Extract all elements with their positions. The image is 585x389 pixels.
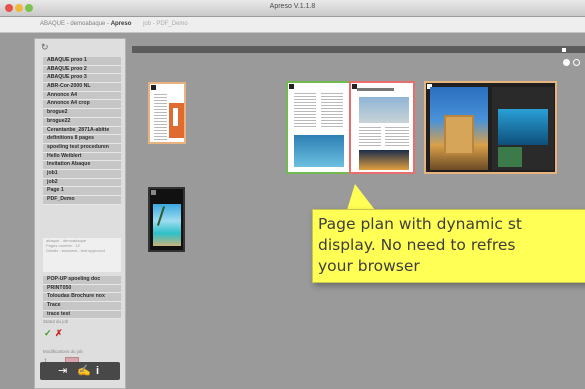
zoom-out-icon[interactable] (573, 59, 580, 66)
page-thumbnail[interactable] (424, 81, 557, 174)
page-status-tag (151, 190, 156, 195)
job-item[interactable]: brogue2 (43, 109, 121, 118)
page-photo-figure (173, 108, 178, 126)
page-thumbnail[interactable] (349, 81, 415, 174)
job-item[interactable]: PRINT050 (43, 284, 121, 294)
page-thumbnail[interactable] (148, 187, 185, 252)
window-title: Apreso V.1.1.8 (269, 3, 316, 10)
job-item[interactable]: job2 (43, 178, 121, 188)
text-column (385, 127, 409, 147)
modifications-label: Modifications du job (43, 349, 83, 354)
logout-icon[interactable]: ⇥ (58, 364, 67, 378)
job-item[interactable]: Invitation Abaque (43, 161, 121, 170)
breadcrumb-app[interactable]: Apreso (111, 21, 132, 27)
toolbar: ABAQUE - demoabaque - Apreso job - PDF_D… (0, 17, 585, 33)
status-label: Statut du job (43, 319, 69, 324)
job-item-selected[interactable]: PDF_Demo (43, 196, 121, 205)
title-bar: Apreso V.1.1.8 (0, 0, 585, 17)
page-status-tag (151, 85, 156, 90)
job-item[interactable]: Annonce A4 (43, 91, 121, 101)
job-item[interactable]: definitions 8 pages (43, 135, 121, 144)
app-window: Apreso V.1.1.8 ABAQUE - demoabaque - Apr… (0, 0, 585, 389)
job-item[interactable]: ABR-Cor-2000 NL (43, 83, 121, 92)
job-item[interactable]: ABAQUE proo 2 (43, 65, 121, 75)
job-item[interactable]: Trace (43, 302, 121, 311)
job-item[interactable]: ABAQUE proo 3 (43, 74, 121, 84)
breadcrumb-client[interactable]: ABAQUE - demoabaque - (40, 21, 109, 27)
page-plan-header (132, 46, 585, 53)
page-photo (498, 147, 522, 167)
signature-icon[interactable]: ✍ (77, 364, 91, 378)
reject-icon[interactable]: ✗ (55, 328, 63, 339)
text-column (294, 93, 316, 129)
job-item[interactable]: brogue22 (43, 117, 121, 127)
breadcrumb: ABAQUE - demoabaque - Apreso job - PDF_D… (40, 21, 188, 27)
callout-line: Page plan with dynamic st (318, 215, 522, 233)
page-photo-monument (444, 115, 474, 155)
breadcrumb-job[interactable]: job - PDF_Demo (143, 21, 188, 27)
job-list-secondary: POP-UP spoeling doc PRINT050 Toloudas Br… (43, 276, 121, 320)
approve-icon[interactable]: ✓ (44, 328, 52, 339)
text-column (359, 127, 381, 147)
job-item[interactable]: POP-UP spoeling doc (43, 276, 121, 285)
callout-line: display. No need to refres (318, 236, 516, 254)
text-column (321, 93, 343, 129)
info-icon[interactable]: i (96, 364, 99, 378)
job-item[interactable]: Annonce A4 crop (43, 100, 121, 110)
job-list: ABAQUE proo 1 ABAQUE proo 2 ABAQUE proo … (43, 57, 121, 205)
job-item[interactable]: Toloudas Brochure nox (43, 293, 121, 303)
page-heading (357, 88, 395, 91)
text-column (154, 94, 167, 140)
callout-line: your browser (318, 257, 420, 275)
job-item[interactable]: ABAQUE proo 1 (43, 57, 121, 66)
page-thumbnail[interactable] (286, 81, 351, 174)
zoom-in-icon[interactable] (563, 59, 570, 66)
feature-callout: Page plan with dynamic st display. No ne… (312, 209, 585, 283)
page-photo (359, 150, 409, 170)
page-status-tag (289, 84, 294, 89)
page-photo (498, 109, 548, 145)
header-dot-icon (562, 48, 566, 52)
job-item[interactable]: Hello Weiblert (43, 152, 121, 162)
refresh-icon[interactable]: ↻ (41, 43, 49, 52)
page-thumbnail[interactable] (148, 82, 186, 144)
job-item[interactable]: spoeling test proceduren (43, 143, 121, 153)
page-photo (359, 97, 409, 123)
sidebar: ↻ ABAQUE proo 1 ABAQUE proo 2 ABAQUE pro… (34, 38, 126, 389)
job-item[interactable]: job1 (43, 169, 121, 179)
page-photo (294, 135, 344, 167)
job-info: abaque - demoabaque Pages number : 12 De… (43, 238, 121, 272)
bottom-toolbar: ⇥ ✍ i (40, 362, 120, 380)
job-item[interactable]: Page 1 (43, 187, 121, 196)
job-info-line: Details : standard - test approved (46, 248, 105, 253)
job-item[interactable]: Cerantanbe_2871A-abitte (43, 126, 121, 136)
callout-tail (347, 184, 375, 210)
